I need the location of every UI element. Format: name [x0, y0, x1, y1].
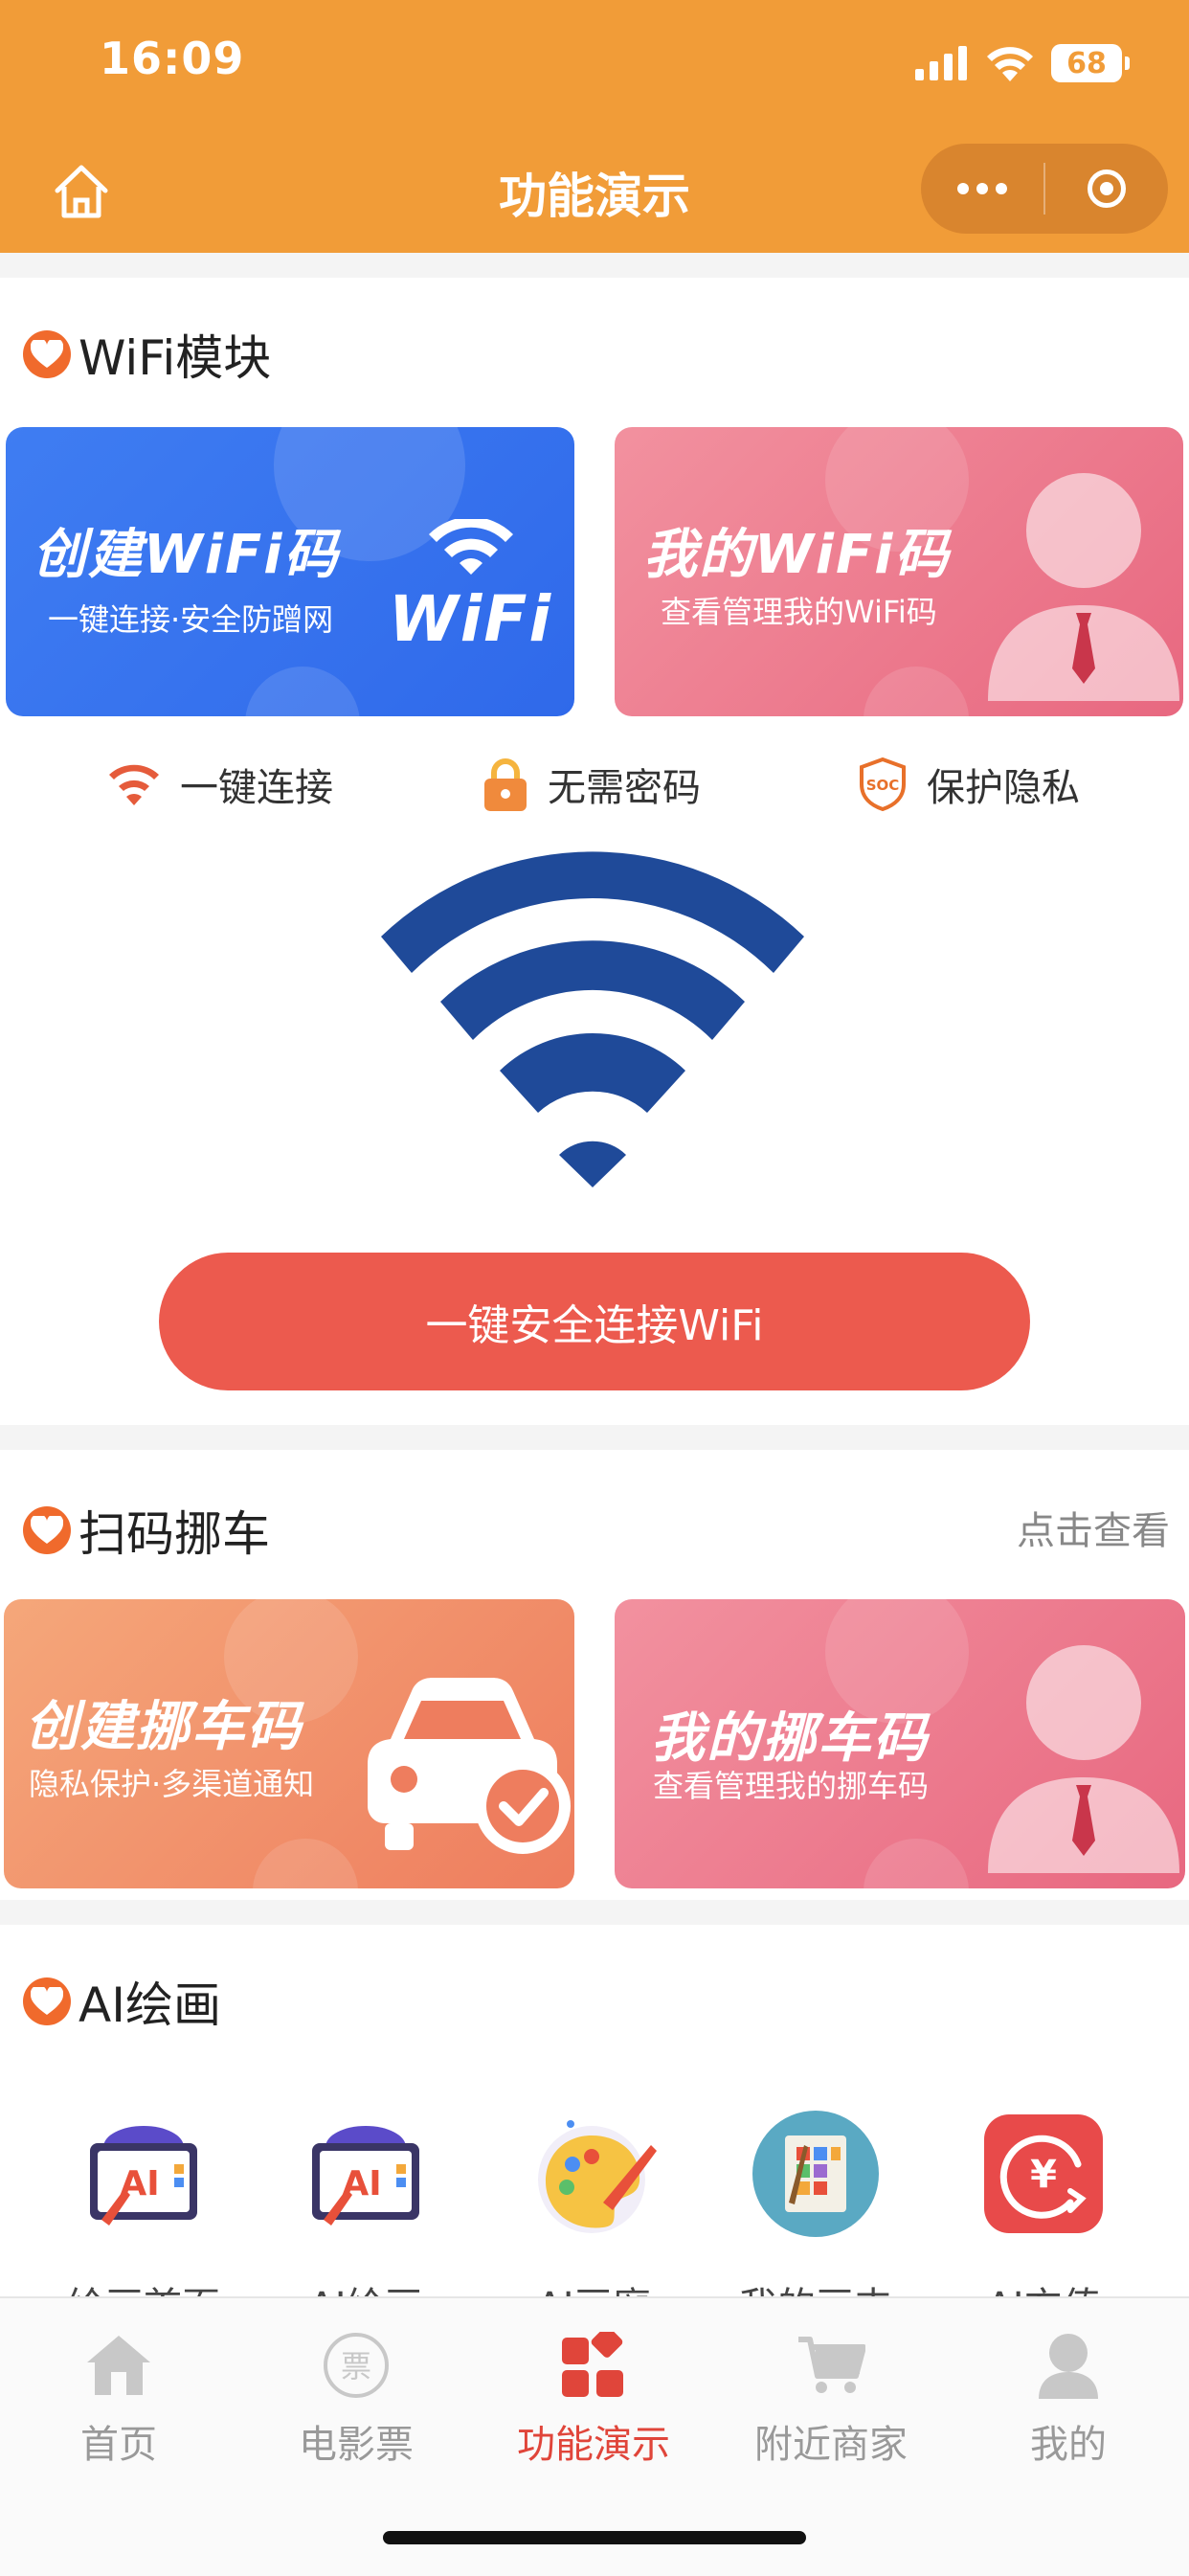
lock-icon — [484, 758, 527, 811]
ticket-icon: 票 — [324, 2333, 389, 2398]
ai-item-gallery[interactable] — [517, 2097, 670, 2250]
card-title: 创建挪车码 — [25, 1696, 303, 1758]
cart-icon — [798, 2337, 865, 2393]
tab-home[interactable]: 首页 — [0, 2327, 237, 2469]
card-title: 我的WiFi码 — [643, 524, 951, 586]
my-move-car-code-card[interactable]: 我的挪车码 查看管理我的挪车码 — [615, 1599, 1185, 1888]
grid-icon — [562, 2332, 623, 2397]
ai-item-painting[interactable]: AI — [289, 2097, 442, 2250]
tab-mine[interactable]: 我的 — [950, 2327, 1187, 2469]
mini-program-capsule — [921, 144, 1168, 234]
ai-painting-section-header: AI绘画 — [23, 1967, 221, 2036]
svg-text:SOC: SOC — [866, 777, 900, 794]
card-title: 创建WiFi码 — [33, 524, 340, 586]
wifi-section-header: WiFi模块 — [23, 320, 271, 389]
soc-shield-icon: SOC — [860, 757, 906, 811]
user-icon — [1039, 2334, 1098, 2399]
ai-painting-board-icon: AI — [312, 2126, 419, 2226]
status-icons: 68 — [915, 34, 1130, 92]
connect-wifi-button[interactable]: 一键安全连接WiFi — [159, 1253, 1030, 1390]
wifi-icon — [429, 519, 513, 575]
battery-indicator: 68 — [1051, 44, 1130, 82]
ai-item-home[interactable]: AI — [67, 2097, 220, 2250]
wifi-logo-text: WiFi — [389, 582, 553, 656]
move-car-section-header: 扫码挪车 — [23, 1496, 270, 1565]
create-move-car-code-card[interactable]: 创建挪车码 隐私保护·多渠道通知 — [4, 1599, 574, 1888]
palette-icon — [538, 2120, 657, 2233]
section-divider — [0, 1900, 1189, 1925]
create-wifi-code-card[interactable]: 创建WiFi码 一键连接·安全防蹭网 WiFi — [6, 427, 574, 716]
heart-icon — [23, 1977, 71, 2025]
my-wifi-code-card[interactable]: 我的WiFi码 查看管理我的WiFi码 — [615, 427, 1183, 716]
tab-nearby-merchants[interactable]: 附近商家 — [712, 2327, 950, 2469]
heart-icon — [23, 1506, 71, 1554]
card-subtitle: 隐私保护·多渠道通知 — [29, 1766, 315, 1802]
section-title: AI绘画 — [79, 1977, 221, 2033]
card-title: 我的挪车码 — [651, 1707, 929, 1770]
tab-label: 附近商家 — [754, 2423, 908, 2467]
feature-no-password: 无需密码 — [482, 757, 701, 812]
home-indicator — [383, 2531, 806, 2544]
large-wifi-icon — [381, 851, 804, 1187]
tab-feature-demo[interactable]: 功能演示 — [475, 2327, 712, 2469]
more-menu-button[interactable] — [921, 144, 1043, 234]
section-divider — [0, 1425, 1189, 1450]
status-time: 16:09 — [100, 33, 245, 84]
feature-label: 一键连接 — [180, 766, 333, 810]
tab-label: 电影票 — [299, 2423, 414, 2467]
card-subtitle: 一键连接·安全防蹭网 — [48, 601, 334, 638]
ai-item-my-collection[interactable] — [739, 2097, 892, 2250]
section-divider — [0, 253, 1189, 278]
view-more-link[interactable]: 点击查看 — [1017, 1500, 1170, 1555]
gallery-icon — [752, 2111, 879, 2237]
feature-label: 保护隐私 — [927, 766, 1080, 810]
section-title: 扫码挪车 — [79, 1506, 270, 1562]
card-subtitle: 查看管理我的WiFi码 — [661, 594, 937, 630]
wifi-status-icon — [987, 47, 1033, 81]
user-avatar-icon — [988, 473, 1179, 701]
recharge-icon: ¥ — [984, 2114, 1103, 2233]
svg-text:¥: ¥ — [1030, 2153, 1057, 2197]
feature-privacy: SOC 保护隐私 — [858, 757, 1080, 812]
wifi-icon — [109, 764, 159, 805]
heart-icon — [23, 330, 71, 378]
signal-icon — [915, 46, 967, 80]
user-avatar-icon — [988, 1645, 1179, 1873]
home-icon — [87, 2336, 150, 2395]
close-miniprogram-button[interactable] — [1045, 144, 1168, 234]
feature-one-click: 一键连接 — [107, 757, 333, 812]
svg-text:票: 票 — [341, 2348, 371, 2384]
tab-label: 功能演示 — [517, 2423, 670, 2467]
car-check-icon — [368, 1678, 571, 1854]
card-subtitle: 查看管理我的挪车码 — [653, 1768, 930, 1804]
tab-movie-ticket[interactable]: 票 电影票 — [237, 2327, 475, 2469]
tab-label: 我的 — [1030, 2423, 1107, 2467]
target-icon — [1088, 169, 1126, 208]
section-title: WiFi模块 — [79, 330, 272, 386]
more-dots-icon — [957, 183, 1007, 194]
ai-painting-board-icon: AI — [90, 2126, 197, 2226]
ai-item-recharge[interactable]: ¥ — [967, 2097, 1120, 2250]
tab-label: 首页 — [80, 2423, 157, 2467]
feature-label: 无需密码 — [548, 766, 701, 810]
